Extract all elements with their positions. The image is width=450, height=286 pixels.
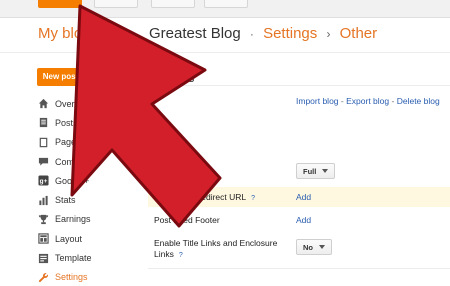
sidebar-item-label: Comments bbox=[55, 156, 99, 167]
new-post-button[interactable]: New post bbox=[37, 68, 84, 86]
sidebar-item-label: Google+ bbox=[55, 175, 90, 186]
import-blog-link[interactable]: Import blog bbox=[296, 96, 339, 106]
google-plus-icon: g+ bbox=[37, 175, 49, 187]
sidebar-item-google-plus[interactable]: g+ Google+ bbox=[37, 171, 137, 190]
svg-text:g+: g+ bbox=[39, 178, 47, 185]
delete-blog-link[interactable]: Delete blog bbox=[397, 96, 440, 106]
export-blog-link[interactable]: Export blog bbox=[346, 96, 389, 106]
home-icon bbox=[37, 98, 49, 110]
sidebar-item-label: Stats bbox=[55, 195, 76, 206]
breadcrumb-settings[interactable]: Settings bbox=[263, 25, 317, 42]
template-icon bbox=[37, 252, 49, 264]
breadcrumb: Greatest Blog · Settings › Other bbox=[149, 25, 377, 42]
enclosure-links-label: Enable Title Links and Enclosure Links? bbox=[154, 238, 277, 261]
sidebar-item-label: Posts bbox=[55, 117, 78, 128]
sidebar-item-template[interactable]: Template bbox=[37, 248, 137, 267]
layout-icon bbox=[37, 233, 49, 245]
enclosure-links-select-value: No bbox=[303, 242, 313, 252]
wrench-icon bbox=[37, 271, 49, 283]
post-feed-footer-add-link[interactable]: Add bbox=[296, 215, 311, 225]
title-divider bbox=[148, 85, 450, 86]
sidebar-item-posts[interactable]: Posts bbox=[37, 113, 137, 132]
sidebar-item-label: Overview bbox=[55, 98, 93, 109]
link-separator: - bbox=[340, 96, 344, 106]
post-feed-footer-label: Post Feed Footer bbox=[154, 215, 220, 225]
help-icon[interactable]: ? bbox=[251, 195, 255, 202]
earnings-icon bbox=[37, 213, 49, 225]
enclosure-links-label-line-2: Links bbox=[154, 249, 174, 259]
redirect-url-label-text: Post Feed Redirect URL bbox=[154, 192, 247, 202]
toolbar-button-3[interactable] bbox=[204, 0, 248, 8]
header-divider bbox=[0, 52, 450, 53]
breadcrumb-separator: · bbox=[249, 27, 254, 41]
sidebar-item-earnings[interactable]: Earnings bbox=[37, 210, 137, 229]
post-feed-footer-label-text: Post Feed Footer bbox=[154, 215, 220, 225]
sidebar-item-label: Settings bbox=[55, 272, 88, 283]
blog-tools-links: Import blog - Export blog - Delete blog bbox=[296, 96, 440, 106]
sidebar-item-stats[interactable]: Stats bbox=[37, 190, 137, 209]
sidebar-item-comments[interactable]: Comments bbox=[37, 152, 137, 171]
sidebar-item-label: Template bbox=[55, 253, 92, 264]
sidebar-item-label: Layout bbox=[55, 233, 83, 244]
redirect-url-label: Post Feed Redirect URL? bbox=[154, 192, 255, 202]
enclosure-links-select[interactable]: No bbox=[296, 239, 332, 255]
top-bar bbox=[0, 0, 450, 18]
breadcrumb-other: Other bbox=[339, 25, 378, 42]
chevron-down-icon bbox=[322, 169, 329, 173]
my-blogs-link[interactable]: My blo bbox=[38, 25, 82, 42]
sidebar-item-pages[interactable]: Pages bbox=[37, 133, 137, 152]
sidebar-item-label: Pages bbox=[55, 137, 81, 148]
help-icon[interactable]: ? bbox=[179, 252, 183, 259]
pages-icon bbox=[37, 136, 49, 148]
post-feed-select[interactable]: Full bbox=[296, 163, 336, 179]
section-divider bbox=[148, 268, 450, 269]
redirect-url-add-link[interactable]: Add bbox=[296, 192, 311, 202]
sidebar-item-layout[interactable]: Layout bbox=[37, 229, 137, 248]
link-separator: - bbox=[391, 96, 395, 106]
sidebar-item-label: Earnings bbox=[55, 214, 91, 225]
breadcrumb-blog-name[interactable]: Greatest Blog bbox=[149, 25, 241, 42]
sidebar-item-settings[interactable]: Settings bbox=[37, 268, 137, 286]
breadcrumb-separator: › bbox=[326, 27, 331, 41]
sidebar-item-overview[interactable]: Overview bbox=[37, 94, 137, 113]
toolbar-button-2[interactable] bbox=[151, 0, 195, 8]
post-feed-select-value: Full bbox=[303, 166, 317, 176]
chevron-down-icon bbox=[319, 245, 325, 249]
stats-icon bbox=[37, 194, 49, 206]
sidebar-nav: Overview Posts Pages Comments g+ Google+… bbox=[37, 94, 137, 286]
blogger-home-button[interactable] bbox=[38, 0, 82, 8]
toolbar-button-1[interactable] bbox=[94, 0, 138, 8]
page-title: ls bbox=[185, 70, 195, 85]
comments-icon bbox=[37, 156, 49, 168]
enclosure-links-label-line-1: Enable Title Links and Enclosure bbox=[154, 238, 278, 248]
posts-icon bbox=[37, 117, 49, 129]
